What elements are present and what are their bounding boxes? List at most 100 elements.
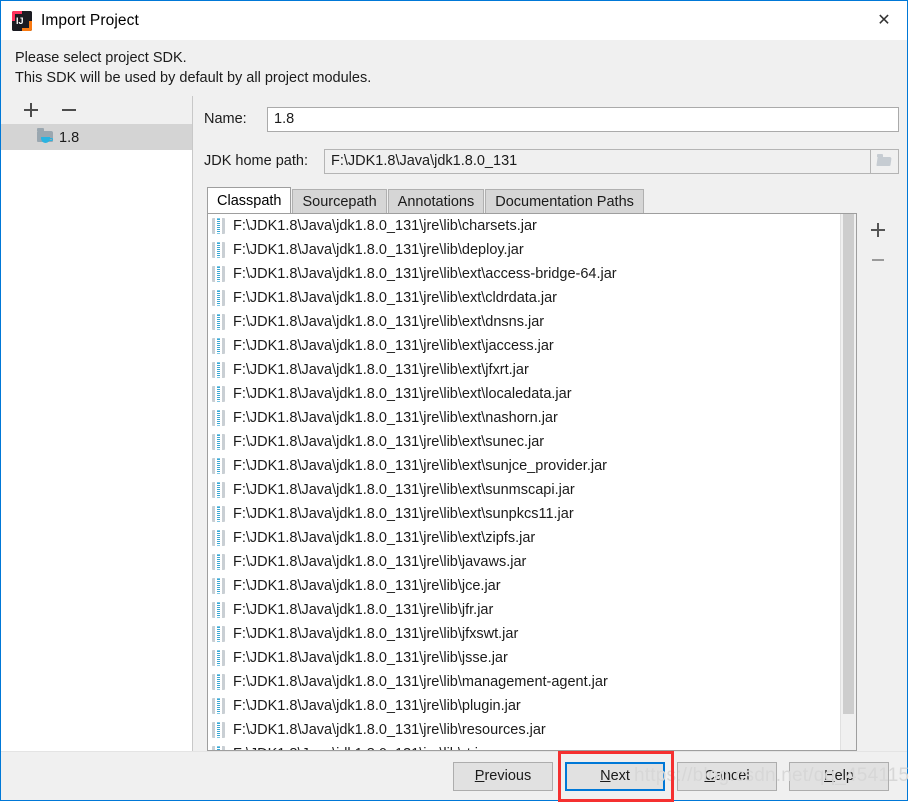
classpath-entry-label: F:\JDK1.8\Java\jdk1.8.0_131\jre\lib\ext\… bbox=[233, 362, 529, 378]
classpath-entry-label: F:\JDK1.8\Java\jdk1.8.0_131\jre\lib\reso… bbox=[233, 722, 546, 738]
classpath-side-buttons bbox=[857, 213, 899, 751]
sidebar-item-jdk-1-8[interactable]: 1.8 bbox=[1, 125, 192, 150]
previous-button[interactable]: Previous bbox=[453, 761, 553, 791]
classpath-entry-label: F:\JDK1.8\Java\jdk1.8.0_131\jre\lib\jsse… bbox=[233, 650, 508, 666]
dialog-footer: https://blog.csdn.net/qq_45411550 Previo… bbox=[1, 751, 910, 800]
jar-file-icon bbox=[212, 266, 225, 282]
classpath-list-item[interactable]: F:\JDK1.8\Java\jdk1.8.0_131\jre\lib\ext\… bbox=[208, 430, 840, 454]
instruction-line-1: Please select project SDK. bbox=[15, 50, 187, 66]
add-classpath-icon[interactable] bbox=[870, 222, 886, 238]
window-title: Import Project bbox=[41, 11, 139, 29]
classpath-list-item[interactable]: F:\JDK1.8\Java\jdk1.8.0_131\jre\lib\ext\… bbox=[208, 526, 840, 550]
jar-file-icon bbox=[212, 482, 225, 498]
classpath-list-item[interactable]: F:\JDK1.8\Java\jdk1.8.0_131\jre\lib\ext\… bbox=[208, 286, 840, 310]
jar-file-icon bbox=[212, 218, 225, 234]
classpath-list-item[interactable]: F:\JDK1.8\Java\jdk1.8.0_131\jre\lib\java… bbox=[208, 550, 840, 574]
jar-file-icon bbox=[212, 338, 225, 354]
dialog-body: 1.8 Name: 1.8 JDK home path: F:\JDK1.8\J… bbox=[1, 96, 907, 751]
jdk-home-path-input[interactable]: F:\JDK1.8\Java\jdk1.8.0_131 bbox=[324, 148, 871, 174]
browse-folder-button[interactable] bbox=[871, 148, 899, 174]
classpath-entry-label: F:\JDK1.8\Java\jdk1.8.0_131\jre\lib\ext\… bbox=[233, 386, 572, 402]
classpath-entry-label: F:\JDK1.8\Java\jdk1.8.0_131\jre\lib\ext\… bbox=[233, 410, 558, 426]
cancel-button[interactable]: Cancel bbox=[677, 761, 777, 791]
sidebar-item-label: 1.8 bbox=[59, 129, 80, 146]
name-input[interactable]: 1.8 bbox=[267, 106, 899, 132]
classpath-entry-label: F:\JDK1.8\Java\jdk1.8.0_131\jre\lib\mana… bbox=[233, 674, 608, 690]
jar-file-icon bbox=[212, 290, 225, 306]
add-sdk-icon[interactable] bbox=[23, 102, 39, 118]
close-icon[interactable]: ✕ bbox=[861, 1, 907, 39]
tab-sourcepath[interactable]: Sourcepath bbox=[292, 189, 387, 213]
sdk-list: 1.8 bbox=[1, 124, 192, 751]
cancel-label: ancel bbox=[714, 768, 750, 784]
help-button[interactable]: Help bbox=[789, 761, 889, 791]
tab-classpath[interactable]: Classpath bbox=[207, 187, 292, 213]
classpath-list-item[interactable]: F:\JDK1.8\Java\jdk1.8.0_131\jre\lib\ext\… bbox=[208, 334, 840, 358]
classpath-list-item[interactable]: F:\JDK1.8\Java\jdk1.8.0_131\jre\lib\jfr.… bbox=[208, 598, 840, 622]
classpath-list-item[interactable]: F:\JDK1.8\Java\jdk1.8.0_131\jre\lib\ext\… bbox=[208, 310, 840, 334]
classpath-list-item[interactable]: F:\JDK1.8\Java\jdk1.8.0_131\jre\lib\jce.… bbox=[208, 574, 840, 598]
classpath-list-item[interactable]: F:\JDK1.8\Java\jdk1.8.0_131\jre\lib\depl… bbox=[208, 238, 840, 262]
classpath-entry-label: F:\JDK1.8\Java\jdk1.8.0_131\jre\lib\char… bbox=[233, 218, 537, 234]
sdk-toolbar bbox=[1, 96, 192, 124]
classpath-entry-label: F:\JDK1.8\Java\jdk1.8.0_131\jre\lib\ext\… bbox=[233, 290, 557, 306]
title-bar: Import Project ✕ bbox=[1, 1, 907, 40]
classpath-list-item[interactable]: F:\JDK1.8\Java\jdk1.8.0_131\jre\lib\ext\… bbox=[208, 382, 840, 406]
jar-file-icon bbox=[212, 746, 225, 750]
scrollbar-thumb[interactable] bbox=[843, 214, 854, 714]
classpath-list[interactable]: F:\JDK1.8\Java\jdk1.8.0_131\jre\lib\char… bbox=[208, 214, 840, 750]
remove-sdk-icon[interactable] bbox=[61, 102, 77, 118]
remove-classpath-icon[interactable] bbox=[870, 252, 886, 268]
classpath-list-item[interactable]: F:\JDK1.8\Java\jdk1.8.0_131\jre\lib\ext\… bbox=[208, 502, 840, 526]
classpath-list-item[interactable]: F:\JDK1.8\Java\jdk1.8.0_131\jre\lib\mana… bbox=[208, 670, 840, 694]
classpath-entry-label: F:\JDK1.8\Java\jdk1.8.0_131\jre\lib\ext\… bbox=[233, 434, 545, 450]
classpath-entry-label: F:\JDK1.8\Java\jdk1.8.0_131\jre\lib\ext\… bbox=[233, 458, 607, 474]
classpath-entry-label: F:\JDK1.8\Java\jdk1.8.0_131\jre\lib\jfr.… bbox=[233, 602, 494, 618]
classpath-list-item[interactable]: F:\JDK1.8\Java\jdk1.8.0_131\jre\lib\rt.j… bbox=[208, 742, 840, 750]
classpath-entry-label: F:\JDK1.8\Java\jdk1.8.0_131\jre\lib\ext\… bbox=[233, 266, 617, 282]
classpath-list-item[interactable]: F:\JDK1.8\Java\jdk1.8.0_131\jre\lib\ext\… bbox=[208, 358, 840, 382]
jar-file-icon bbox=[212, 410, 225, 426]
next-mnemonic: N bbox=[600, 768, 611, 784]
name-label: Name: bbox=[204, 111, 247, 127]
classpath-scrollbar[interactable] bbox=[840, 214, 856, 750]
help-mnemonic: H bbox=[824, 768, 835, 784]
classpath-list-item[interactable]: F:\JDK1.8\Java\jdk1.8.0_131\jre\lib\ext\… bbox=[208, 478, 840, 502]
next-button[interactable]: Next bbox=[565, 761, 665, 791]
classpath-list-item[interactable]: F:\JDK1.8\Java\jdk1.8.0_131\jre\lib\ext\… bbox=[208, 406, 840, 430]
classpath-list-item[interactable]: F:\JDK1.8\Java\jdk1.8.0_131\jre\lib\plug… bbox=[208, 694, 840, 718]
next-label: ext bbox=[610, 768, 630, 784]
classpath-list-item[interactable]: F:\JDK1.8\Java\jdk1.8.0_131\jre\lib\ext\… bbox=[208, 262, 840, 286]
jar-file-icon bbox=[212, 650, 225, 666]
tab-annotations[interactable]: Annotations bbox=[387, 189, 485, 213]
jar-file-icon bbox=[212, 626, 225, 642]
import-project-dialog: Import Project ✕ Please select project S… bbox=[0, 0, 910, 802]
instruction-header: Please select project SDK. This SDK will… bbox=[1, 40, 907, 96]
jar-file-icon bbox=[212, 362, 225, 378]
previous-mnemonic: P bbox=[474, 768, 485, 784]
jar-file-icon bbox=[212, 602, 225, 618]
classpath-list-item[interactable]: F:\JDK1.8\Java\jdk1.8.0_131\jre\lib\jfxs… bbox=[208, 622, 840, 646]
jar-file-icon bbox=[212, 458, 225, 474]
jdk-home-path-row: JDK home path: F:\JDK1.8\Java\jdk1.8.0_1… bbox=[204, 148, 899, 174]
classpath-list-item[interactable]: F:\JDK1.8\Java\jdk1.8.0_131\jre\lib\ext\… bbox=[208, 454, 840, 478]
jar-file-icon bbox=[212, 674, 225, 690]
paths-tabbar: Classpath Sourcepath Annotations Documen… bbox=[207, 187, 899, 213]
classpath-list-item[interactable]: F:\JDK1.8\Java\jdk1.8.0_131\jre\lib\jsse… bbox=[208, 646, 840, 670]
sdk-details-panel: Name: 1.8 JDK home path: F:\JDK1.8\Java\… bbox=[193, 96, 907, 751]
classpath-entry-label: F:\JDK1.8\Java\jdk1.8.0_131\jre\lib\rt.j… bbox=[233, 746, 491, 750]
classpath-entry-label: F:\JDK1.8\Java\jdk1.8.0_131\jre\lib\ext\… bbox=[233, 506, 574, 522]
tab-documentation-paths[interactable]: Documentation Paths bbox=[485, 189, 644, 213]
jar-file-icon bbox=[212, 722, 225, 738]
folder-browse-icon bbox=[877, 154, 892, 167]
jar-file-icon bbox=[212, 386, 225, 402]
classpath-list-item[interactable]: F:\JDK1.8\Java\jdk1.8.0_131\jre\lib\char… bbox=[208, 214, 840, 238]
classpath-entry-label: F:\JDK1.8\Java\jdk1.8.0_131\jre\lib\jfxs… bbox=[233, 626, 519, 642]
classpath-entry-label: F:\JDK1.8\Java\jdk1.8.0_131\jre\lib\ext\… bbox=[233, 314, 545, 330]
name-row: Name: 1.8 bbox=[204, 106, 899, 132]
instruction-line-2: This SDK will be used by default by all … bbox=[15, 70, 372, 86]
classpath-list-item[interactable]: F:\JDK1.8\Java\jdk1.8.0_131\jre\lib\reso… bbox=[208, 718, 840, 742]
classpath-entry-label: F:\JDK1.8\Java\jdk1.8.0_131\jre\lib\ext\… bbox=[233, 530, 536, 546]
jar-file-icon bbox=[212, 242, 225, 258]
jar-file-icon bbox=[212, 554, 225, 570]
